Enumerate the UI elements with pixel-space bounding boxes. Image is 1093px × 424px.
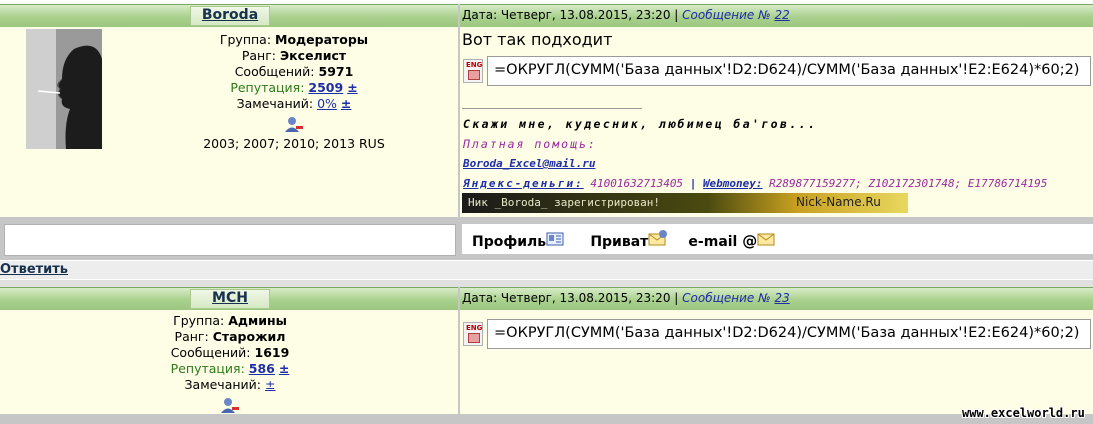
post2-reputation-link[interactable]: 586 [249,361,275,376]
post1-msg-link[interactable]: Сообщение № 22 [682,8,790,22]
post1-warn-pm[interactable]: ± [341,96,351,111]
post1-user-info: Группа: Модераторы Ранг: Экселист Сообще… [190,32,398,152]
post1-reputation-link[interactable]: 2509 [308,80,343,95]
post2-author-header: MCH [0,287,458,309]
nickname-banner[interactable]: Ник _Boroda_ зарегистрирован! Nick-Name.… [462,193,908,213]
sig-separator: | [689,177,697,190]
envelope-icon [757,233,775,246]
post1-formula-box[interactable]: =ОКРУГЛ(СУММ('База данных'!D2:D624)/СУММ… [487,56,1091,86]
profile-button[interactable]: Профиль [472,232,564,250]
post1-buttons: Профиль Приват e-mail @ [472,230,775,250]
post1-date-line: Дата: Четверг, 13.08.2015, 23:20 | Сообщ… [462,8,790,22]
post2-messages: 1619 [254,345,290,360]
post2-rep-pm[interactable]: ± [279,361,289,376]
private-message-icon [648,230,668,246]
watermark: www.excelworld.ru [962,406,1085,420]
yandex-label-link[interactable]: Яндекс-деньги: [463,177,584,190]
banner-site: Nick-Name.Ru [796,195,881,209]
private-button[interactable]: Приват [590,230,668,250]
post2-date: Дата: Четверг, 13.08.2015, 23:20 | [462,291,679,305]
avatar-image [26,29,102,149]
webmoney-label-link[interactable]: Webmoney: [703,177,763,190]
post1-messages: 5971 [318,64,354,79]
signature-divider [462,108,642,109]
post1-footer-left [4,224,456,256]
sig-paid-help: Платная помощь: [463,137,597,151]
post1-body-text: Вот так подходит [462,30,613,49]
post1-user-icon-row [190,112,398,134]
post1-warnings-link[interactable]: 0% [317,96,337,111]
email-button[interactable]: e-mail @ [688,232,775,250]
yandex-number: 41001632713405 [590,177,684,190]
banner-text: Ник _Boroda_ зарегистрирован! [468,196,661,209]
post2-msg-link[interactable]: Сообщение № 23 [682,291,790,305]
post1-rep-pm[interactable]: ± [347,80,357,95]
user-icon[interactable] [220,396,240,414]
profile-icon [546,232,564,246]
post1-author-name[interactable]: Boroda [202,7,258,23]
sig-email-link[interactable]: Boroda_Excel@mail.ru [463,157,595,170]
post2-user-icon-row [120,393,340,415]
sig-payment-line: Яндекс-деньги: 41001632713405 | Webmoney… [463,177,1093,190]
post1-avatar[interactable] [26,29,102,149]
post2-warn-pm[interactable]: ± [265,377,275,392]
webmoney-numbers: R289877159277; Z102172301748; E177867141… [769,177,1048,190]
post2-rank: Старожил [212,329,286,344]
post1-date: Дата: Четверг, 13.08.2015, 23:20 | [462,8,679,22]
post1-rank: Экселист [280,48,347,63]
eng-icon[interactable]: ENG [463,322,483,346]
post2-date-line: Дата: Четверг, 13.08.2015, 23:20 | Сообщ… [462,291,790,305]
reply-link[interactable]: Ответить [0,262,68,277]
post1-author-header: Boroda [0,4,458,26]
post2-group: Админы [228,313,287,328]
post1-group: Модераторы [275,32,369,47]
post2-author-name[interactable]: MCH [212,290,248,306]
post1-versions: 2003; 2007; 2010; 2013 RUS [203,136,385,151]
eng-icon[interactable]: ENG [463,59,483,83]
post2-formula-box[interactable]: =ОКРУГЛ(СУММ('База данных'!D2:D624)/СУММ… [487,319,1091,349]
post2-user-info: Группа: Админы Ранг: Старожил Сообщений:… [120,313,340,415]
user-icon[interactable] [284,115,304,133]
sig-line1: Скажи мне, кудесник, любимец ба'гов... [463,117,818,131]
